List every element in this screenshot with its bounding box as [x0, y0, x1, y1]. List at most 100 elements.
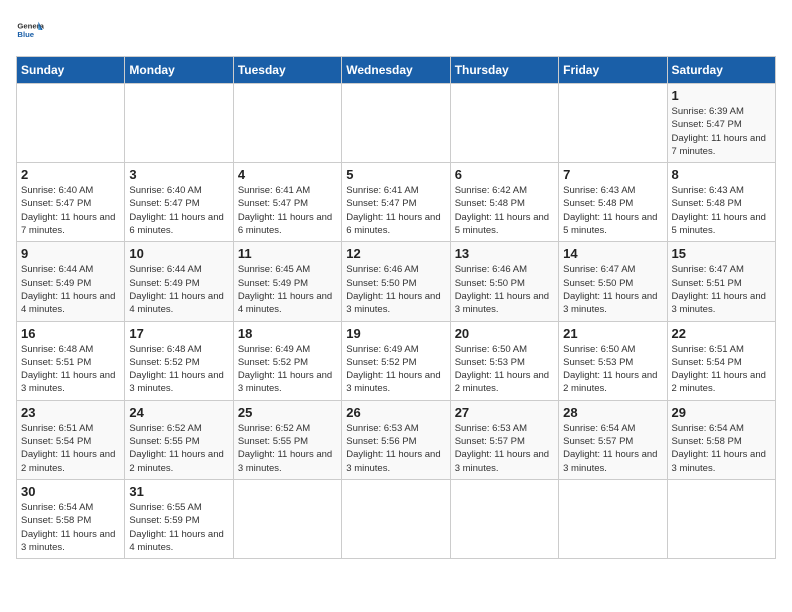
calendar-cell: 1Sunrise: 6:39 AMSunset: 5:47 PMDaylight… [667, 84, 775, 163]
weekday-header: Monday [125, 57, 233, 84]
day-info: Sunrise: 6:47 AMSunset: 5:50 PMDaylight:… [563, 264, 657, 315]
calendar-cell: 3 Sunrise: 6:40 AMSunset: 5:47 PMDaylight… [125, 163, 233, 242]
day-number: 12 [346, 246, 445, 261]
day-info: Sunrise: 6:43 AMSunset: 5:48 PMDaylight:… [563, 185, 657, 236]
calendar-cell: 10 Sunrise: 6:44 AMSunset: 5:49 PMDayligh… [125, 242, 233, 321]
calendar-cell [342, 479, 450, 558]
day-number: 7 [563, 167, 662, 182]
day-number: 15 [672, 246, 771, 261]
day-number: 8 [672, 167, 771, 182]
calendar-cell: 2Sunrise: 6:40 AMSunset: 5:47 PMDaylight… [17, 163, 125, 242]
day-info: Sunrise: 6:53 AMSunset: 5:57 PMDaylight:… [455, 423, 549, 474]
day-number: 30 [21, 484, 120, 499]
page-header: General Blue [16, 16, 776, 44]
day-number: 20 [455, 326, 554, 341]
day-info: Sunrise: 6:48 AMSunset: 5:52 PMDaylight:… [129, 344, 223, 395]
calendar-cell: 24Sunrise: 6:52 AMSunset: 5:55 PMDayligh… [125, 400, 233, 479]
day-number: 1 [672, 88, 771, 103]
calendar-cell: 9 Sunrise: 6:44 AMSunset: 5:49 PMDaylight… [17, 242, 125, 321]
day-info: Sunrise: 6:51 AMSunset: 5:54 PMDaylight:… [21, 423, 115, 474]
day-info: Sunrise: 6:40 AMSunset: 5:47 PMDaylight:… [21, 185, 115, 236]
day-number: 17 [129, 326, 228, 341]
calendar-cell: 23 Sunrise: 6:51 AMSunset: 5:54 PMDayligh… [17, 400, 125, 479]
day-info: Sunrise: 6:44 AMSunset: 5:49 PMDaylight:… [129, 264, 223, 315]
weekday-header: Sunday [17, 57, 125, 84]
day-info: Sunrise: 6:43 AMSunset: 5:48 PMDaylight:… [672, 185, 766, 236]
calendar-cell: 14 Sunrise: 6:47 AMSunset: 5:50 PMDayligh… [559, 242, 667, 321]
day-info: Sunrise: 6:41 AMSunset: 5:47 PMDaylight:… [238, 185, 332, 236]
calendar-cell: 5 Sunrise: 6:41 AMSunset: 5:47 PMDaylight… [342, 163, 450, 242]
day-number: 6 [455, 167, 554, 182]
day-info: Sunrise: 6:41 AMSunset: 5:47 PMDaylight:… [346, 185, 440, 236]
calendar-cell: 6Sunrise: 6:42 AMSunset: 5:48 PMDaylight… [450, 163, 558, 242]
day-info: Sunrise: 6:55 AMSunset: 5:59 PMDaylight:… [129, 502, 223, 553]
calendar-cell: 15Sunrise: 6:47 AMSunset: 5:51 PMDayligh… [667, 242, 775, 321]
day-number: 31 [129, 484, 228, 499]
day-number: 10 [129, 246, 228, 261]
day-number: 3 [129, 167, 228, 182]
day-info: Sunrise: 6:53 AMSunset: 5:56 PMDaylight:… [346, 423, 440, 474]
calendar-row: 16 Sunrise: 6:48 AMSunset: 5:51 PMDayligh… [17, 321, 776, 400]
day-info: Sunrise: 6:40 AMSunset: 5:47 PMDaylight:… [129, 185, 223, 236]
calendar-cell: 4 Sunrise: 6:41 AMSunset: 5:47 PMDaylight… [233, 163, 341, 242]
calendar-cell: 17 Sunrise: 6:48 AMSunset: 5:52 PMDayligh… [125, 321, 233, 400]
day-number: 21 [563, 326, 662, 341]
day-number: 26 [346, 405, 445, 420]
calendar-cell: 21 Sunrise: 6:50 AMSunset: 5:53 PMDayligh… [559, 321, 667, 400]
logo-icon: General Blue [16, 16, 44, 44]
day-number: 23 [21, 405, 120, 420]
day-number: 29 [672, 405, 771, 420]
calendar-cell: 29 Sunrise: 6:54 AMSunset: 5:58 PMDayligh… [667, 400, 775, 479]
day-info: Sunrise: 6:44 AMSunset: 5:49 PMDaylight:… [21, 264, 115, 315]
calendar-cell [17, 84, 125, 163]
calendar-cell: 27Sunrise: 6:53 AMSunset: 5:57 PMDayligh… [450, 400, 558, 479]
logo: General Blue [16, 16, 44, 44]
calendar-row: 23 Sunrise: 6:51 AMSunset: 5:54 PMDayligh… [17, 400, 776, 479]
calendar-cell [667, 479, 775, 558]
day-info: Sunrise: 6:49 AMSunset: 5:52 PMDaylight:… [346, 344, 440, 395]
day-info: Sunrise: 6:46 AMSunset: 5:50 PMDaylight:… [346, 264, 440, 315]
svg-text:Blue: Blue [17, 30, 34, 39]
calendar-cell [559, 84, 667, 163]
day-info: Sunrise: 6:52 AMSunset: 5:55 PMDaylight:… [238, 423, 332, 474]
calendar-cell: 25 Sunrise: 6:52 AMSunset: 5:55 PMDayligh… [233, 400, 341, 479]
calendar-cell [450, 479, 558, 558]
day-info: Sunrise: 6:52 AMSunset: 5:55 PMDaylight:… [129, 423, 223, 474]
calendar-row: 9 Sunrise: 6:44 AMSunset: 5:49 PMDaylight… [17, 242, 776, 321]
day-info: Sunrise: 6:54 AMSunset: 5:58 PMDaylight:… [21, 502, 115, 553]
day-number: 13 [455, 246, 554, 261]
day-number: 14 [563, 246, 662, 261]
calendar-cell [125, 84, 233, 163]
day-info: Sunrise: 6:50 AMSunset: 5:53 PMDaylight:… [563, 344, 657, 395]
calendar-cell [450, 84, 558, 163]
day-info: Sunrise: 6:54 AMSunset: 5:58 PMDaylight:… [672, 423, 766, 474]
day-number: 19 [346, 326, 445, 341]
day-number: 11 [238, 246, 337, 261]
day-number: 9 [21, 246, 120, 261]
day-info: Sunrise: 6:54 AMSunset: 5:57 PMDaylight:… [563, 423, 657, 474]
calendar-cell [559, 479, 667, 558]
calendar-cell: 13 Sunrise: 6:46 AMSunset: 5:50 PMDayligh… [450, 242, 558, 321]
day-info: Sunrise: 6:46 AMSunset: 5:50 PMDaylight:… [455, 264, 549, 315]
calendar-cell: 20 Sunrise: 6:50 AMSunset: 5:53 PMDayligh… [450, 321, 558, 400]
weekday-header: Saturday [667, 57, 775, 84]
day-number: 25 [238, 405, 337, 420]
weekday-header: Friday [559, 57, 667, 84]
calendar-cell: 31 Sunrise: 6:55 AMSunset: 5:59 PMDayligh… [125, 479, 233, 558]
calendar-cell: 7 Sunrise: 6:43 AMSunset: 5:48 PMDaylight… [559, 163, 667, 242]
day-info: Sunrise: 6:45 AMSunset: 5:49 PMDaylight:… [238, 264, 332, 315]
calendar-cell: 8 Sunrise: 6:43 AMSunset: 5:48 PMDaylight… [667, 163, 775, 242]
calendar-cell: 11 Sunrise: 6:45 AMSunset: 5:49 PMDayligh… [233, 242, 341, 321]
calendar-cell [342, 84, 450, 163]
day-number: 18 [238, 326, 337, 341]
calendar-table: SundayMondayTuesdayWednesdayThursdayFrid… [16, 56, 776, 559]
calendar-cell: 18Sunrise: 6:49 AMSunset: 5:52 PMDayligh… [233, 321, 341, 400]
day-info: Sunrise: 6:48 AMSunset: 5:51 PMDaylight:… [21, 344, 115, 395]
day-number: 4 [238, 167, 337, 182]
day-number: 5 [346, 167, 445, 182]
weekday-header: Wednesday [342, 57, 450, 84]
calendar-row: 30 Sunrise: 6:54 AMSunset: 5:58 PMDayligh… [17, 479, 776, 558]
calendar-cell [233, 479, 341, 558]
day-number: 16 [21, 326, 120, 341]
day-info: Sunrise: 6:50 AMSunset: 5:53 PMDaylight:… [455, 344, 549, 395]
